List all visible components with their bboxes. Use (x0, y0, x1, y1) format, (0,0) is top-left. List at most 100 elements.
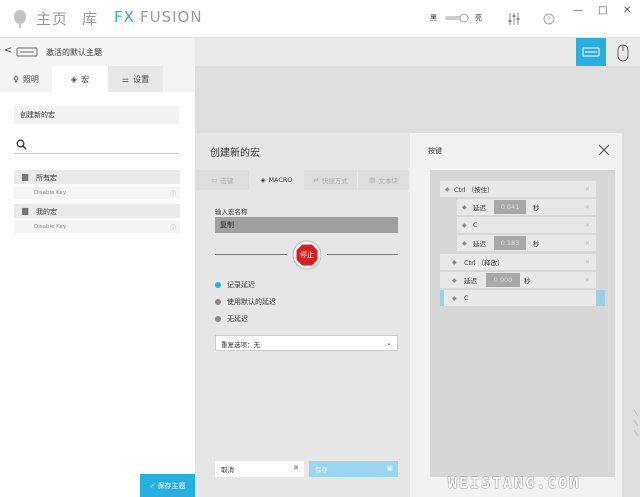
macro-icon: ◈ (70, 74, 78, 84)
info-icon[interactable]: ⓘ (170, 223, 176, 232)
maximize-button[interactable]: □ (598, 5, 607, 16)
list-item[interactable]: Disable Key ⓘ (14, 187, 180, 199)
key-row-selected[interactable]: ◆ C (440, 290, 605, 306)
remove-icon[interactable]: ✕ (585, 240, 590, 247)
group-all-macros[interactable]: ▆ 所有宏 (14, 170, 180, 184)
macro-search[interactable] (14, 136, 179, 154)
dialog-tabs: ▭ 击键 ◈ MACRO ⇄ 快捷方式 ▤ 文本块 (196, 170, 410, 190)
save-macro-button[interactable]: 保存 ▣ (309, 461, 398, 477)
new-macro-input[interactable]: 创建新的宏 (14, 106, 179, 124)
macro-name-input[interactable]: 复制 (215, 217, 398, 233)
tab-keystroke[interactable]: ▭ 击键 (196, 170, 250, 190)
content-header (195, 38, 640, 66)
drag-handle-icon[interactable]: ◆ (462, 204, 467, 211)
key-row[interactable]: ◆ C ✕ (457, 217, 596, 233)
delay-row[interactable]: ◆ 延迟 0.041 秒 ✕ (457, 199, 596, 215)
dark-label: 黑 (430, 14, 437, 22)
key-row[interactable]: ◆ Ctrl （按住） ✕ (440, 181, 596, 197)
tab-settings[interactable]: ⚌ 设置 (108, 66, 163, 92)
divider (215, 254, 287, 255)
remove-icon[interactable]: ✕ (585, 204, 590, 211)
tab-macro[interactable]: ◈ 宏 (52, 66, 108, 92)
device-icon (16, 47, 38, 57)
macro-icon: ◈ (260, 176, 266, 184)
option-record-delay[interactable]: 记录延迟 (215, 280, 315, 290)
theme-toggle[interactable] (444, 13, 470, 23)
remove-icon[interactable]: ✕ (585, 259, 590, 266)
bulb-icon: ♀ (13, 74, 19, 84)
save-icon: ▣ (386, 464, 393, 472)
watermark: WEISTANG.COM (448, 474, 581, 492)
theme-title: 激活的默认主题 (46, 48, 102, 57)
folder-icon: ▆ (22, 206, 29, 215)
divider (327, 254, 398, 255)
drag-handle-icon[interactable]: ◆ (452, 295, 457, 302)
delay-unit: 秒 (533, 240, 540, 248)
close-icon: ✕ (293, 464, 299, 472)
scroll-hint-icon (633, 410, 639, 437)
alien-logo-icon (14, 10, 26, 28)
device-tile[interactable] (576, 38, 606, 66)
svg-text:?: ? (547, 16, 551, 24)
delay-unit: 秒 (533, 204, 540, 212)
close-window-button[interactable]: ✕ (623, 5, 631, 16)
tab-shortcut[interactable]: ⇄ 快捷方式 (304, 170, 358, 190)
drag-handle-icon[interactable]: ◆ (452, 277, 457, 284)
sliders-icon[interactable] (505, 10, 523, 28)
minimize-button[interactable]: — (573, 5, 583, 16)
text-block-icon: ▤ (369, 176, 376, 184)
keyboard-icon (582, 47, 600, 57)
stop-record-button[interactable]: 停止 (292, 240, 322, 270)
drag-handle-icon[interactable]: ◆ (462, 222, 467, 229)
left-tabs: ♀ 照明 ◈ 宏 ⚌ 设置 (0, 66, 195, 92)
tab-lighting[interactable]: ♀ 照明 (0, 66, 52, 92)
key-row[interactable]: ◆ Ctrl （释放） ✕ (440, 254, 596, 270)
back-arrow-icon[interactable]: < (4, 45, 12, 56)
macro-name-label: 输入宏名称 (215, 208, 248, 216)
drag-handle-icon[interactable]: ◆ (462, 240, 467, 247)
dialog-title: 创建新的宏 (210, 148, 260, 159)
cancel-button[interactable]: 取消 ✕ (215, 461, 304, 477)
folder-icon: ▆ (22, 172, 29, 181)
shortcut-icon: ⇄ (313, 176, 319, 184)
delay-row[interactable]: ◆ 延迟 0.000 秒 ✕ (440, 272, 596, 288)
selection-marker (440, 290, 444, 306)
nav-fusion[interactable]: FUSION (140, 8, 203, 26)
group-my-macros[interactable]: ▆ 我的宏 (14, 204, 180, 218)
light-label: 亮 (475, 14, 482, 22)
nav-fx[interactable]: FX (114, 8, 135, 26)
radio-unselected (215, 316, 221, 322)
remove-icon[interactable]: ✕ (585, 222, 590, 229)
mouse-icon[interactable] (616, 44, 630, 62)
drag-handle-icon[interactable]: ◆ (445, 186, 450, 193)
stop-label: 停止 (300, 251, 314, 259)
repeat-select[interactable]: 重复选项：无 ⌄ (215, 335, 398, 351)
chevron-down-icon: ⌄ (386, 339, 392, 347)
radio-unselected (215, 299, 221, 305)
delay-unit: 秒 (524, 277, 531, 285)
delay-input[interactable]: 0.183 (494, 236, 526, 250)
keys-title: 按键 (428, 147, 442, 155)
option-no-delay[interactable]: 无延迟 (215, 314, 315, 324)
tab-text-block[interactable]: ▤ 文本块 (358, 170, 410, 190)
help-icon[interactable]: ? (540, 10, 558, 28)
selection-marker (596, 290, 605, 306)
tab-macro-type[interactable]: ◈ MACRO (250, 170, 304, 190)
remove-icon[interactable]: ✕ (585, 277, 590, 284)
delay-input[interactable]: 0.041 (494, 200, 526, 214)
search-icon (16, 139, 27, 150)
list-item[interactable]: Disable Key ⓘ (14, 221, 180, 233)
drag-handle-icon[interactable]: ◆ (452, 259, 457, 266)
settings-sliders-icon: ⚌ (121, 74, 130, 84)
option-default-delay[interactable]: 使用默认的延迟 (215, 297, 315, 307)
keystroke-icon: ▭ (211, 176, 218, 184)
info-icon[interactable]: ⓘ (170, 189, 176, 198)
radio-selected (215, 282, 221, 288)
remove-icon[interactable]: ✕ (585, 186, 590, 193)
delay-input[interactable]: 0.000 (486, 273, 520, 287)
delay-row[interactable]: ◆ 延迟 0.183 秒 ✕ (457, 235, 596, 251)
nav-home[interactable]: 主页 (36, 8, 68, 29)
nav-library[interactable]: 库 (82, 8, 98, 29)
close-dialog-icon[interactable] (598, 144, 610, 156)
save-theme-button[interactable]: ✓ 保存主题 (140, 474, 195, 497)
